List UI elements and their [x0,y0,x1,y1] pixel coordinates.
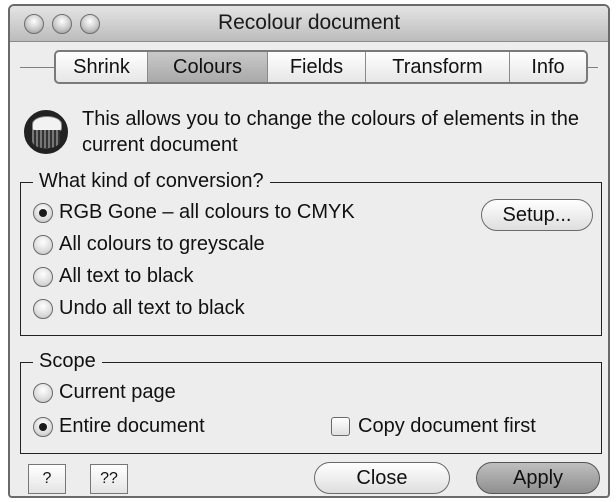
close-button[interactable]: Close [314,462,450,494]
radio-button[interactable] [33,234,53,255]
tab-transform[interactable]: Transform [366,52,510,82]
radio-label: Current page [59,381,176,403]
description-text: This allows you to change the colours of… [82,108,579,156]
radio-label: Entire document [59,415,205,437]
tab-fields[interactable]: Fields [268,52,366,82]
radio-button[interactable] [33,416,53,437]
radio-entire-document[interactable]: Entire document [33,415,205,438]
radio-button[interactable] [33,298,53,319]
setup-button[interactable]: Setup... [481,199,593,231]
radio-label: All colours to greyscale [59,233,265,255]
radio-label: All text to black [59,265,194,287]
title-bar: Recolour document [10,6,608,42]
help-button[interactable]: ? [28,464,66,494]
radio-button[interactable] [33,202,53,223]
checkbox-label: Copy document first [358,415,536,437]
radio-undo-text-black[interactable]: Undo all text to black [33,297,245,320]
tab-shrink[interactable]: Shrink [56,52,148,82]
radio-current-page[interactable]: Current page [33,381,176,404]
scope-group: Scope Current page Entire document Copy … [20,349,602,454]
conversion-group: What kind of conversion? RGB Gone – all … [20,169,602,336]
tab-colours[interactable]: Colours [148,52,268,82]
tab-info[interactable]: Info [510,52,586,82]
checkbox[interactable] [331,417,350,436]
radio-label: RGB Gone – all colours to CMYK [59,201,355,223]
radio-text-black[interactable]: All text to black [33,265,194,288]
tab-bar: Shrink Colours Fields Transform Info [54,50,588,84]
radio-greyscale[interactable]: All colours to greyscale [33,233,265,256]
radio-button[interactable] [33,382,53,403]
radio-button[interactable] [33,266,53,287]
more-help-button[interactable]: ?? [90,464,128,494]
globe-icon [24,110,68,154]
recolour-window: Recolour document Shrink Colours Fields … [8,4,610,498]
radio-label: Undo all text to black [59,297,245,319]
copy-document-first-checkbox[interactable]: Copy document first [331,415,536,438]
radio-rgb-gone[interactable]: RGB Gone – all colours to CMYK [33,201,355,224]
window-title: Recolour document [217,11,401,34]
scope-legend: Scope [33,349,102,373]
apply-button[interactable]: Apply [476,462,600,494]
conversion-legend: What kind of conversion? [33,169,270,193]
